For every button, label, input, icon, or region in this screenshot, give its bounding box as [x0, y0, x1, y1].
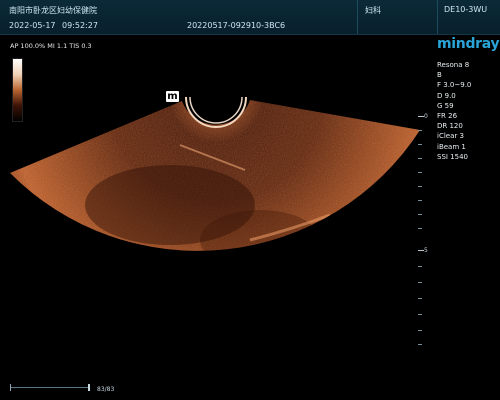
depth-label-0: 0	[424, 113, 428, 120]
cine-frame-counter: 83/83	[97, 386, 115, 393]
cine-start-marker	[10, 384, 11, 391]
depth-scale: 0 5	[418, 110, 434, 350]
depth-label-5: 5	[424, 247, 428, 254]
cine-cursor[interactable]	[88, 384, 90, 391]
cine-bar[interactable]	[10, 387, 90, 388]
orientation-marker-icon: m	[166, 91, 179, 102]
